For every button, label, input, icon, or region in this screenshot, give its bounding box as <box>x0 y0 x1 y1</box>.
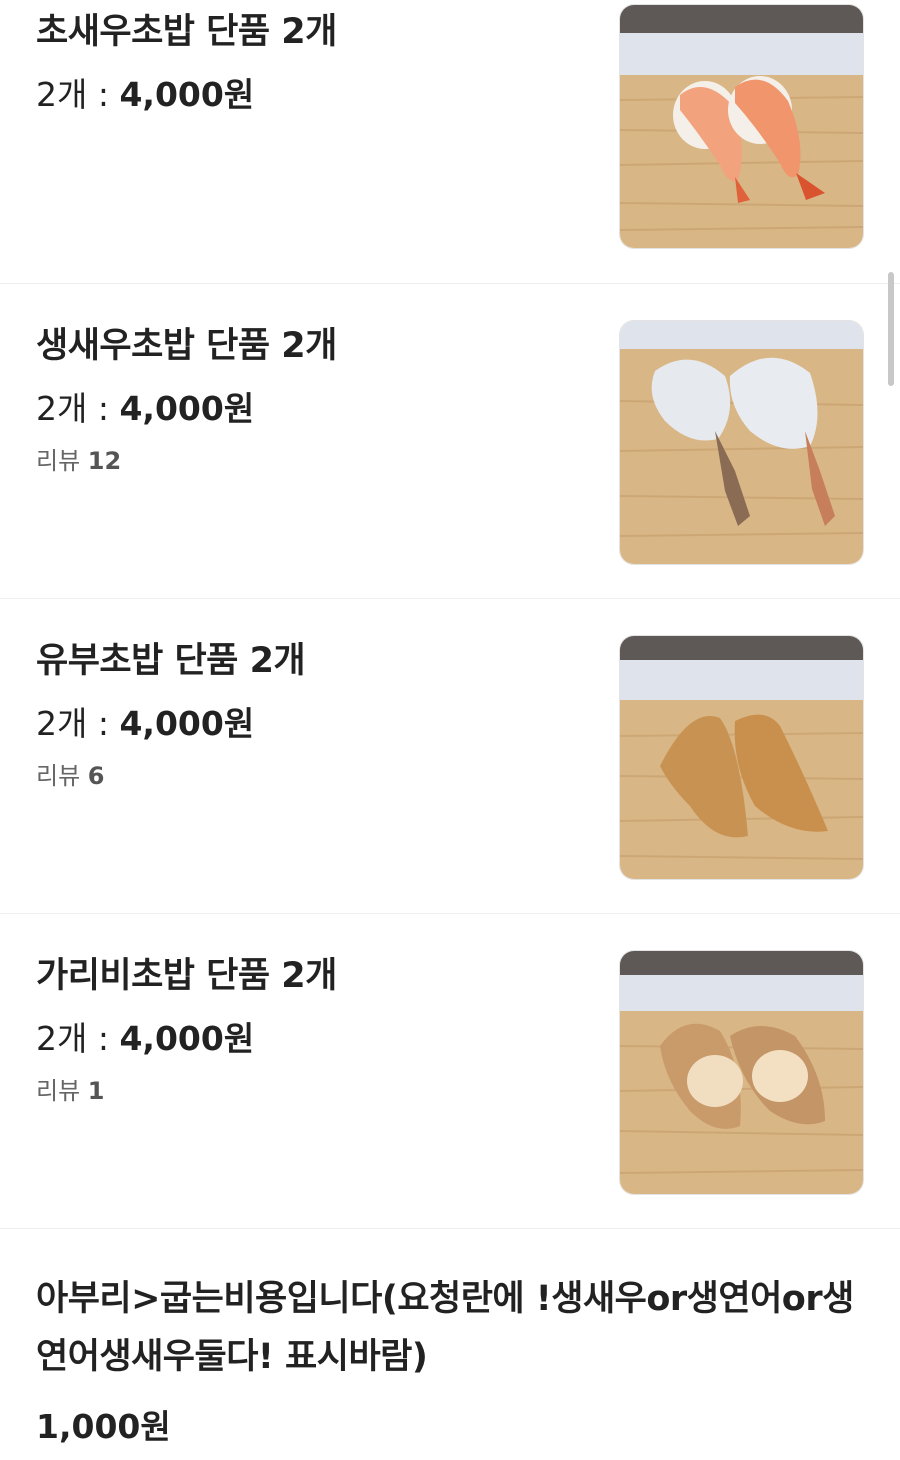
menu-item-price: 4,000원 <box>119 389 255 428</box>
review-number: 1 <box>87 1077 105 1105</box>
scrollbar[interactable] <box>888 272 894 386</box>
menu-item-price-line: 2개 : 4,000원 <box>36 703 596 745</box>
review-count[interactable]: 리뷰 6 <box>36 761 596 791</box>
menu-item-photo-shrimp-cooked[interactable] <box>620 5 863 248</box>
menu-item-price-line: 2개 : 4,000원 <box>36 388 596 430</box>
review-count[interactable]: 리뷰 12 <box>36 446 596 476</box>
menu-item-photo-inari[interactable] <box>620 636 863 879</box>
menu-item-photo-scallop[interactable] <box>620 951 863 1194</box>
menu-item-info: 유부초밥 단품 2개 2개 : 4,000원 리뷰 6 <box>36 639 596 791</box>
menu-item-photo-shrimp-raw[interactable] <box>620 321 863 564</box>
menu-item-name: 가리비초밥 단품 2개 <box>36 956 337 996</box>
menu-item-price-line: 2개 : 4,000원 <box>36 1018 596 1060</box>
menu-item-name: 유부초밥 단품 2개 <box>36 641 306 681</box>
menu-item-name: 아부리>굽는비용입니다(요청란에 !생새우or생연어or생연어생새우둘다! 표시… <box>36 1279 854 1377</box>
review-label: 리뷰 <box>36 1077 88 1105</box>
menu-item-qty: 2개 : <box>36 389 120 428</box>
menu-item-abури[interactable]: 아부리>굽는비용입니다(요청란에 !생새우or생연어or생연어생새우둘다! 표시… <box>0 1230 900 1460</box>
review-label: 리뷰 <box>36 447 88 475</box>
menu-item-qty: 2개 : <box>36 1019 120 1058</box>
review-number: 12 <box>87 447 122 475</box>
menu-item-price-line: 2개 : 4,000원 <box>36 74 596 116</box>
menu-item[interactable]: 생새우초밥 단품 2개 2개 : 4,000원 리뷰 12 <box>0 284 900 599</box>
menu-list: 초새우초밥 단품 2개 2개 : 4,000원 생새우초밥 단품 2개 2개:… <box>0 0 900 1229</box>
menu-item-price: 4,000원 <box>119 75 255 114</box>
menu-item-info: 생새우초밥 단품 2개 2개 : 4,000원 리뷰 12 <box>36 324 596 476</box>
menu-item-price: 1,000원 <box>36 1407 171 1446</box>
menu-item[interactable]: 초새우초밥 단품 2개 2개 : 4,000원 <box>0 0 900 284</box>
menu-item-info: 가리비초밥 단품 2개 2개 : 4,000원 리뷰 1 <box>36 954 596 1106</box>
menu-item-qty: 2개 : <box>36 75 120 114</box>
menu-item-name: 생새우초밥 단품 2개 <box>36 326 337 366</box>
menu-item-price: 4,000원 <box>119 1019 255 1058</box>
review-label: 리뷰 <box>36 762 88 790</box>
review-number: 6 <box>87 762 105 790</box>
menu-item[interactable]: 유부초밥 단품 2개 2개 : 4,000원 리뷰 6 <box>0 599 900 914</box>
menu-item[interactable]: 가리비초밥 단품 2개 2개 : 4,000원 리뷰 1 <box>0 914 900 1229</box>
review-count[interactable]: 리뷰 1 <box>36 1076 596 1106</box>
menu-item-name: 초새우초밥 단품 2개 <box>36 12 337 52</box>
menu-item-price: 4,000원 <box>119 704 255 743</box>
menu-item-qty: 2개 : <box>36 704 120 743</box>
menu-item-info: 초새우초밥 단품 2개 2개 : 4,000원 <box>36 10 596 116</box>
